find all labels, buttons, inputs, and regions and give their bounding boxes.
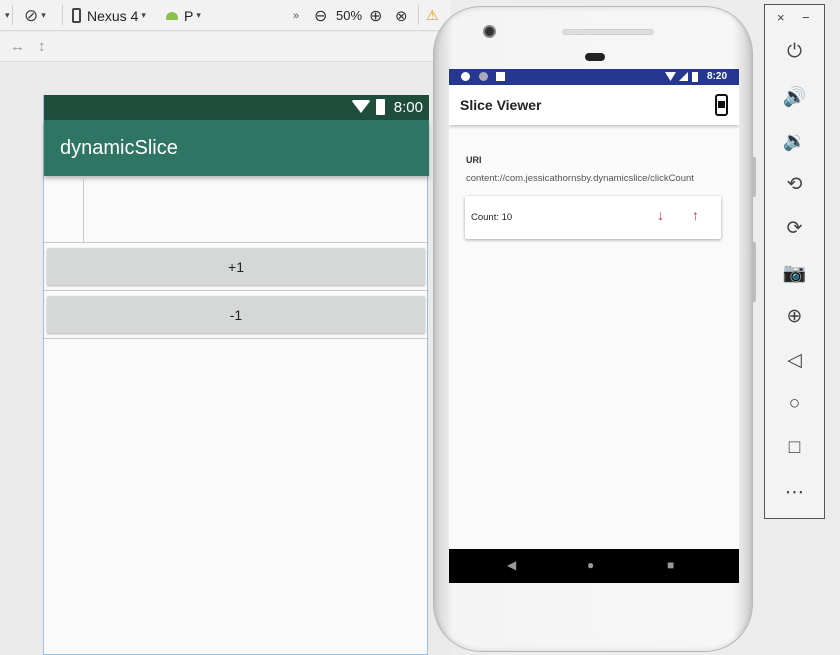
decrement-button-container: -1 <box>44 291 429 339</box>
count-text: Count: 10 <box>471 212 513 223</box>
back-icon[interactable]: ◁ <box>765 349 824 372</box>
api-selector[interactable]: P ▾ <box>166 0 201 31</box>
zoom-level: 50% <box>336 8 363 23</box>
slice-card[interactable]: Count: 10 ↓ ↑ <box>465 196 721 239</box>
sync-icon <box>479 72 488 81</box>
earpiece-speaker <box>562 29 654 35</box>
android-icon <box>166 11 178 20</box>
increment-button-container: +1 <box>44 243 429 291</box>
overview-icon[interactable]: □ <box>765 437 824 459</box>
slice-viewer-app-bar: Slice Viewer <box>449 85 739 125</box>
navigation-bar: ◀ ● ■ <box>449 549 739 583</box>
phone-volume-key[interactable] <box>752 242 756 302</box>
emulator-status-bar: 8:20 <box>449 69 739 85</box>
settings-icon <box>461 72 470 81</box>
phone-icon <box>72 8 81 23</box>
toolbar-separator <box>12 5 13 25</box>
uri-label: URI <box>466 155 482 165</box>
device-selector[interactable]: Nexus 4 ▾ <box>72 0 146 31</box>
rotate-left-icon[interactable]: ⟲ <box>765 173 824 196</box>
front-camera <box>483 25 496 38</box>
device-name: Nexus 4 <box>87 7 139 24</box>
api-level: P <box>184 7 194 24</box>
toolbar-separator <box>418 5 419 25</box>
zoom-in-icon[interactable]: ⊕ <box>369 0 382 31</box>
wifi-icon <box>665 72 676 81</box>
uri-value: content://com.jessicathornsby.dynamicsli… <box>466 173 694 184</box>
decrement-arrow-icon[interactable]: ↓ <box>657 207 664 223</box>
preview-app-title: dynamicSlice <box>60 137 178 159</box>
power-icon[interactable]: ⏻ <box>765 41 824 63</box>
volume-down-icon[interactable]: 🔉 <box>765 129 824 153</box>
decrement-button[interactable]: -1 <box>47 296 425 333</box>
android-studio-window: ▾ ⊘ ▾ Nexus 4 ▾ P ▾ » ⊖ 50% ⊕ ⊗ ⚠ ↔ ↕ 8:00 <box>0 0 840 655</box>
preview-frame-inner[interactable] <box>44 176 84 243</box>
preview-app-bar: dynamicSlice <box>44 120 429 176</box>
home-icon[interactable]: ○ <box>765 393 824 415</box>
close-icon[interactable]: × <box>777 10 785 25</box>
signal-icon <box>679 72 688 81</box>
phone-power-key[interactable] <box>752 157 756 197</box>
rotate-right-icon[interactable]: ⟳ <box>765 217 824 240</box>
device-toggle-icon[interactable] <box>715 94 728 116</box>
zoom-icon[interactable]: ⊕ <box>765 305 824 328</box>
orientation-icon[interactable]: ⊘ ▾ <box>24 0 46 31</box>
layout-editor-toolbar: ▾ ⊘ ▾ Nexus 4 ▾ P ▾ » ⊖ 50% ⊕ ⊗ ⚠ <box>0 0 450 31</box>
preview-status-time: 8:00 <box>393 99 423 116</box>
preview-status-bar: 8:00 <box>44 95 429 120</box>
nav-home-icon[interactable]: ● <box>587 558 594 572</box>
proximity-sensor <box>585 53 605 61</box>
nav-back-icon[interactable]: ◀ <box>507 558 516 572</box>
warning-icon[interactable]: ⚠ <box>426 0 439 31</box>
more-icon[interactable]: ⋯ <box>765 481 824 504</box>
design-preview: 8:00 dynamicSlice +1 -1 <box>43 95 429 655</box>
increment-arrow-icon[interactable]: ↑ <box>692 207 699 223</box>
volume-up-icon[interactable]: 🔊 <box>765 85 824 109</box>
zoom-fit-icon[interactable]: ⊗ <box>395 0 408 31</box>
toolbar-dropdown-arrow[interactable]: ▾ <box>5 0 10 31</box>
camera-icon[interactable]: 📷 <box>765 261 824 285</box>
emulator-screen: 8:20 Slice Viewer URI content://com.jess… <box>449 69 739 583</box>
zoom-out-icon[interactable]: ⊖ <box>314 0 327 31</box>
slice-viewer-title: Slice Viewer <box>460 97 542 113</box>
preview-frame[interactable] <box>44 176 429 243</box>
increment-button[interactable]: +1 <box>47 248 425 285</box>
nav-overview-icon[interactable]: ■ <box>667 558 674 572</box>
layout-editor-subtoolbar: ↔ ↕ <box>0 32 450 62</box>
horizontal-resize-icon[interactable]: ↔ <box>10 38 25 55</box>
sd-card-icon <box>496 72 505 81</box>
emulator-status-time: 8:20 <box>706 71 727 82</box>
double-chevron-icon[interactable]: » <box>293 0 299 31</box>
battery-icon <box>692 72 698 82</box>
emulator-controls-panel: × − ⏻ 🔊 🔉 ⟲ ⟳ 📷 ⊕ ◁ ○ □ ⋯ <box>764 4 825 519</box>
battery-icon <box>376 99 385 115</box>
toolbar-separator <box>62 5 63 25</box>
minimize-icon[interactable]: − <box>802 10 810 25</box>
wifi-icon <box>351 100 371 113</box>
vertical-resize-icon[interactable]: ↕ <box>38 38 46 55</box>
